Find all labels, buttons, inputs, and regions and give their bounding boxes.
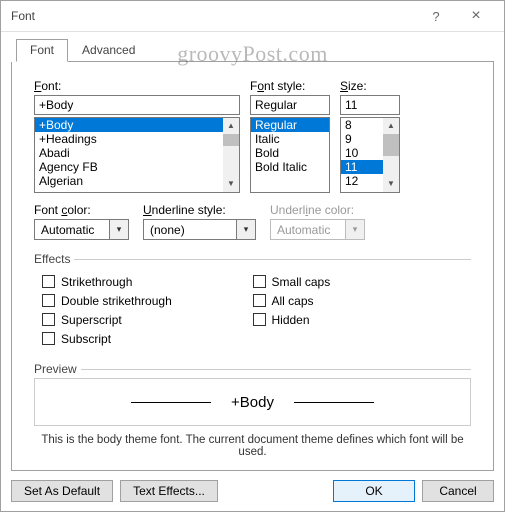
font-style-input[interactable] bbox=[250, 95, 330, 115]
underline-style-combo[interactable]: (none) ▾ bbox=[143, 219, 256, 240]
cancel-button[interactable]: Cancel bbox=[422, 480, 494, 502]
list-item[interactable]: 10 bbox=[341, 146, 383, 160]
list-item[interactable]: Abadi bbox=[35, 146, 223, 160]
double-strikethrough-checkbox[interactable]: Double strikethrough bbox=[42, 291, 253, 310]
scroll-down-icon[interactable]: ▼ bbox=[223, 176, 239, 192]
list-item[interactable]: 8 bbox=[341, 118, 383, 132]
underline-color-label: Underline color: bbox=[270, 203, 365, 217]
scroll-up-icon[interactable]: ▲ bbox=[383, 118, 399, 134]
font-color-combo[interactable]: Automatic ▾ bbox=[34, 219, 129, 240]
superscript-checkbox[interactable]: Superscript bbox=[42, 310, 253, 329]
preview-hint: This is the body theme font. The current… bbox=[34, 434, 471, 458]
preview-line bbox=[294, 402, 374, 403]
list-item[interactable]: 9 bbox=[341, 132, 383, 146]
scroll-up-icon[interactable]: ▲ bbox=[223, 118, 239, 134]
list-item[interactable]: Bold Italic bbox=[251, 160, 329, 174]
underline-color-value: Automatic bbox=[270, 219, 346, 240]
list-item[interactable]: Bold bbox=[251, 146, 329, 160]
tab-panel: Font: +Body +Headings Abadi Agency FB Al… bbox=[11, 62, 494, 471]
size-list[interactable]: 8 9 10 11 12 ▲ ▼ bbox=[340, 117, 400, 193]
font-dialog: Font ? × groovyPost.com Font Advanced Fo… bbox=[0, 0, 505, 512]
font-style-label: Font style: bbox=[250, 79, 330, 93]
tab-font[interactable]: Font bbox=[16, 39, 68, 62]
dialog-title: Font bbox=[11, 9, 416, 23]
size-input[interactable] bbox=[340, 95, 400, 115]
close-icon[interactable]: × bbox=[456, 7, 496, 25]
titlebar: Font ? × bbox=[1, 1, 504, 32]
scroll-thumb[interactable] bbox=[223, 134, 239, 146]
chevron-down-icon: ▾ bbox=[346, 219, 365, 240]
font-color-value: Automatic bbox=[34, 219, 110, 240]
list-item[interactable]: Algerian bbox=[35, 174, 223, 188]
preview-sample: +Body bbox=[231, 394, 274, 411]
help-icon[interactable]: ? bbox=[416, 9, 456, 24]
chevron-down-icon[interactable]: ▾ bbox=[237, 219, 256, 240]
size-label: Size: bbox=[340, 79, 400, 93]
list-item[interactable]: +Headings bbox=[35, 132, 223, 146]
scrollbar[interactable]: ▲ ▼ bbox=[223, 118, 239, 192]
ok-button[interactable]: OK bbox=[333, 480, 415, 502]
preview-line bbox=[131, 402, 211, 403]
subscript-checkbox[interactable]: Subscript bbox=[42, 329, 253, 348]
underline-color-combo: Automatic ▾ bbox=[270, 219, 365, 240]
list-item[interactable]: Agency FB bbox=[35, 160, 223, 174]
font-label: Font: bbox=[34, 79, 240, 93]
text-effects-button[interactable]: Text Effects... bbox=[120, 480, 218, 502]
scroll-down-icon[interactable]: ▼ bbox=[383, 176, 399, 192]
tab-advanced[interactable]: Advanced bbox=[68, 39, 149, 61]
font-color-label: Font color: bbox=[34, 203, 129, 217]
underline-style-value: (none) bbox=[143, 219, 237, 240]
small-caps-checkbox[interactable]: Small caps bbox=[253, 272, 464, 291]
effects-title: Effects bbox=[34, 252, 471, 266]
font-list[interactable]: +Body +Headings Abadi Agency FB Algerian… bbox=[34, 117, 240, 193]
scroll-thumb[interactable] bbox=[383, 134, 399, 156]
list-item[interactable]: 12 bbox=[341, 174, 383, 188]
chevron-down-icon[interactable]: ▾ bbox=[110, 219, 129, 240]
strikethrough-checkbox[interactable]: Strikethrough bbox=[42, 272, 253, 291]
all-caps-checkbox[interactable]: All caps bbox=[253, 291, 464, 310]
font-style-list[interactable]: Regular Italic Bold Bold Italic bbox=[250, 117, 330, 193]
set-as-default-button[interactable]: Set As Default bbox=[11, 480, 113, 502]
tab-strip: Font Advanced bbox=[16, 39, 494, 62]
scrollbar[interactable]: ▲ ▼ bbox=[383, 118, 399, 192]
underline-style-label: Underline style: bbox=[143, 203, 256, 217]
list-item[interactable]: Italic bbox=[251, 132, 329, 146]
list-item[interactable]: Regular bbox=[251, 118, 329, 132]
list-item[interactable]: 11 bbox=[341, 160, 383, 174]
hidden-checkbox[interactable]: Hidden bbox=[253, 310, 464, 329]
dialog-footer: Set As Default Text Effects... OK Cancel bbox=[11, 480, 494, 502]
preview-box: +Body bbox=[34, 378, 471, 426]
list-item[interactable]: +Body bbox=[35, 118, 223, 132]
font-input[interactable] bbox=[34, 95, 240, 115]
preview-title: Preview bbox=[34, 362, 471, 376]
